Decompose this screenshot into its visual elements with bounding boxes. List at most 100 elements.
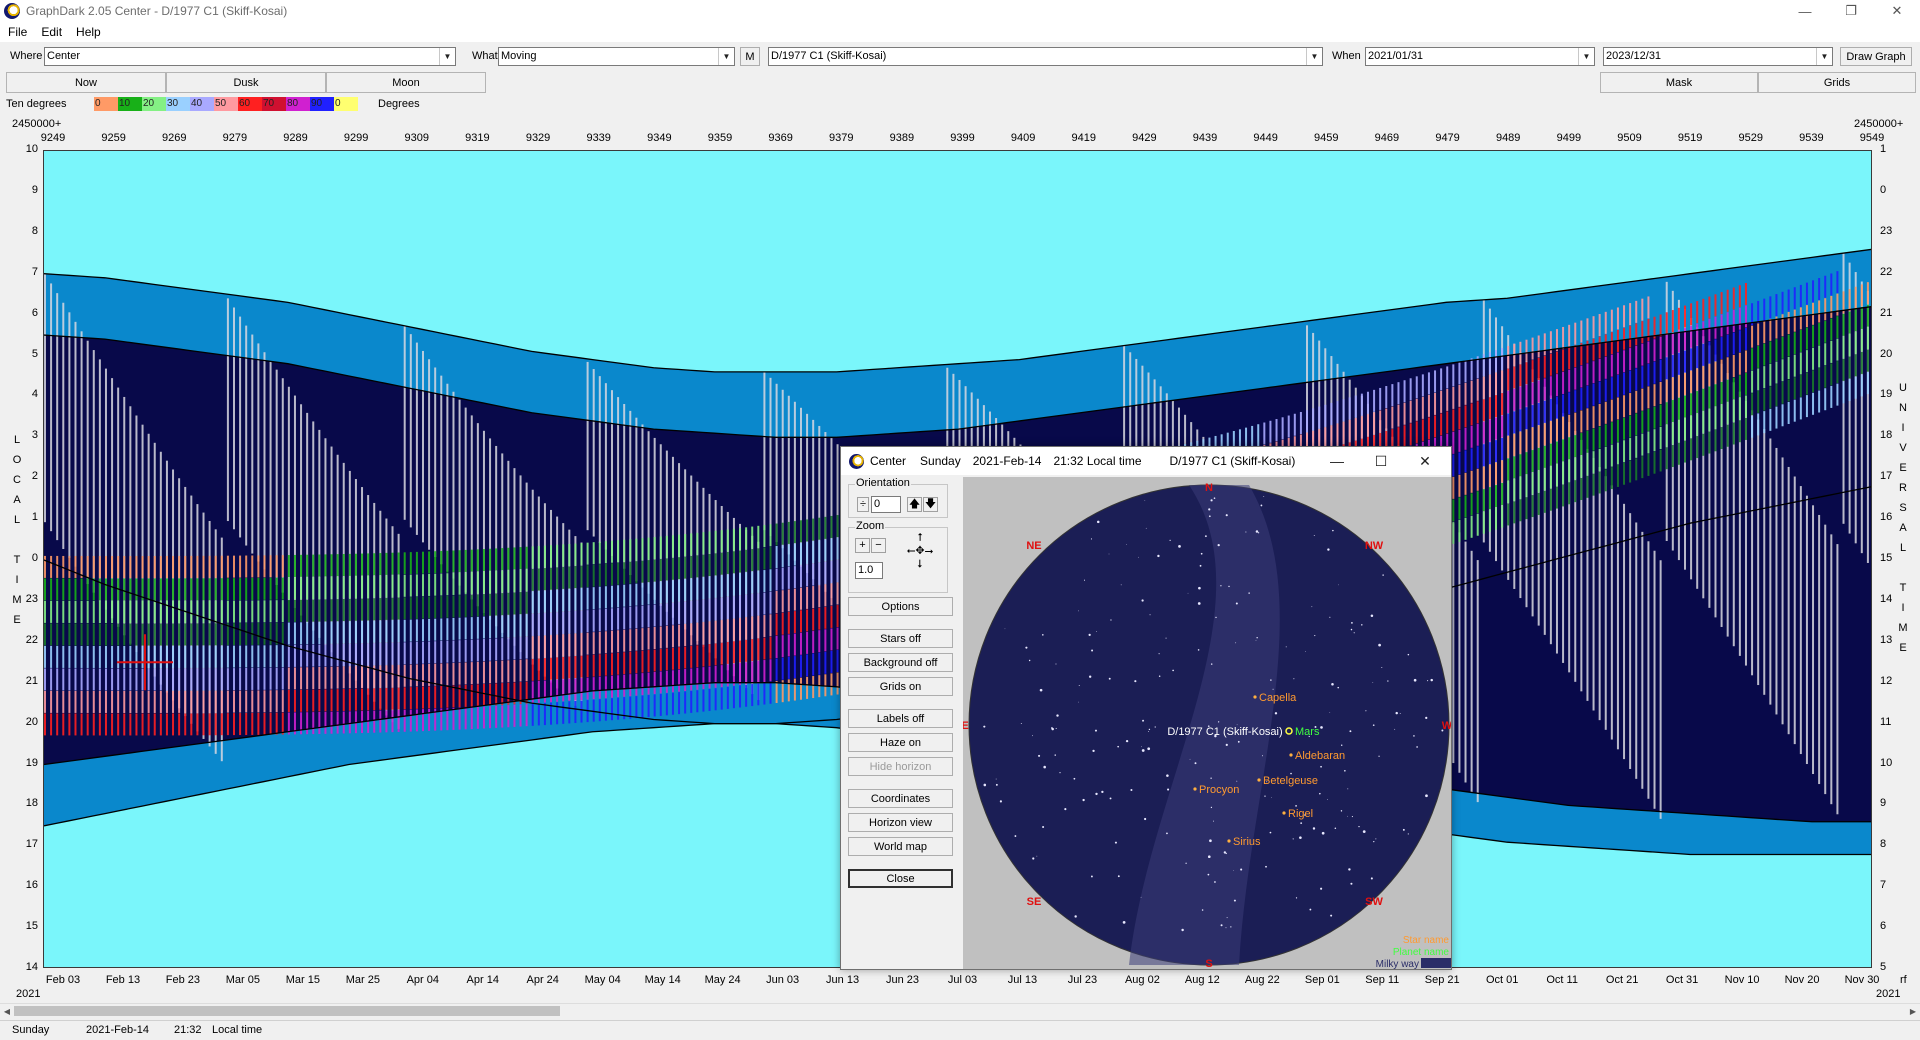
what-select[interactable]: Moving ▼ — [498, 47, 735, 66]
close-button[interactable]: Close — [848, 869, 953, 888]
altitude-band — [745, 662, 748, 685]
background-off-button[interactable]: Background off — [848, 653, 953, 672]
moon-stripe — [1775, 447, 1778, 715]
altitude-band — [324, 621, 327, 644]
zoom-in-icon[interactable]: + — [855, 538, 870, 553]
moon-stripe — [269, 360, 272, 578]
chevron-down-icon[interactable]: ▼ — [439, 48, 455, 65]
horizontal-scrollbar[interactable]: ◀ ▶ — [0, 1003, 1920, 1017]
menu-help[interactable]: Help — [76, 25, 101, 39]
altitude-band — [1495, 440, 1498, 463]
chevron-down-icon[interactable]: ▼ — [1816, 48, 1832, 65]
when-to-select[interactable]: 2023/12/31 ▼ — [1603, 47, 1833, 66]
altitude-band — [104, 690, 107, 713]
star-dot — [1235, 602, 1238, 605]
compass-label: SW — [1365, 896, 1383, 908]
chevron-down-icon[interactable]: ▼ — [1306, 48, 1322, 65]
altitude-band — [702, 689, 705, 712]
maximize-button[interactable]: ❐ — [1828, 0, 1874, 22]
when-from-select[interactable]: 2021/01/31 ▼ — [1365, 47, 1595, 66]
grids-on-button[interactable]: Grids on — [848, 677, 953, 696]
grids-button[interactable]: Grids — [1758, 72, 1916, 93]
chevron-down-icon[interactable]: ▼ — [718, 48, 734, 65]
scrollbar-thumb[interactable] — [14, 1006, 560, 1016]
altitude-band — [1531, 405, 1534, 428]
altitude-band — [665, 603, 668, 626]
altitude-band — [580, 588, 583, 611]
popup-maximize-button[interactable]: ☐ — [1359, 447, 1403, 475]
coordinates-button[interactable]: Coordinates — [848, 789, 953, 808]
popup-minimize-button[interactable]: — — [1315, 447, 1359, 475]
horizon-view-button[interactable]: Horizon view — [848, 813, 953, 832]
star-dot — [1088, 675, 1092, 678]
altitude-band — [1659, 449, 1662, 472]
altitude-band — [1513, 411, 1516, 434]
altitude-band — [1708, 341, 1711, 364]
world-map-button[interactable]: World map — [848, 837, 953, 856]
altitude-band — [86, 713, 89, 736]
orientation-input[interactable]: 0 — [871, 496, 901, 513]
altitude-band — [342, 711, 345, 734]
altitude-band — [1555, 441, 1558, 464]
mask-button[interactable]: Mask — [1600, 72, 1758, 93]
options-button[interactable]: Options — [848, 597, 953, 616]
altitude-band — [769, 614, 772, 637]
now-button[interactable]: Now — [6, 72, 166, 93]
altitude-band — [257, 577, 260, 600]
sky-map[interactable]: N NE NW E W SE SW S Capella Aldebaran Betelgeuse Pr… — [961, 477, 1453, 970]
zoom-input[interactable]: 1.0 — [855, 562, 883, 579]
altitude-band — [1738, 307, 1741, 330]
draw-graph-button[interactable]: Draw Graph — [1840, 47, 1912, 66]
altitude-band — [1751, 325, 1754, 348]
pan-arrows-icon[interactable]: ⭡ ⭠✥⭢ ⭣ — [897, 532, 943, 571]
orientation-stepper-icon[interactable]: ÷ — [857, 497, 869, 512]
menu-edit[interactable]: Edit — [41, 25, 62, 39]
altitude-band — [1330, 402, 1333, 425]
altitude-band — [117, 645, 120, 668]
star-dot — [1148, 728, 1151, 731]
dusk-button[interactable]: Dusk — [166, 72, 326, 93]
star-dot — [1095, 631, 1097, 633]
hide-horizon-button[interactable]: Hide horizon — [848, 757, 953, 776]
altitude-band — [1488, 352, 1491, 375]
altitude-band — [507, 682, 510, 705]
altitude-band — [1641, 433, 1644, 456]
arrow-up-icon[interactable]: 🡅 — [907, 497, 922, 512]
scroll-left-icon[interactable]: ◀ — [0, 1004, 14, 1018]
close-window-button[interactable]: ✕ — [1874, 0, 1920, 22]
stars-off-button[interactable]: Stars off — [848, 629, 953, 648]
top-tick-label: 9399 — [950, 132, 975, 144]
altitude-band — [1458, 497, 1461, 520]
altitude-band — [354, 688, 357, 711]
altitude-band — [470, 549, 473, 572]
moon-stripe — [421, 350, 424, 543]
left-tick-label: 22 — [25, 633, 38, 646]
labels-off-button[interactable]: Labels off — [848, 709, 953, 728]
chevron-down-icon[interactable]: ▼ — [1578, 48, 1594, 65]
altitude-band — [385, 575, 388, 598]
where-select[interactable]: Center ▼ — [44, 47, 456, 66]
minimize-button[interactable]: — — [1782, 0, 1828, 22]
object-select[interactable]: D/1977 C1 (Skiff-Kosai) ▼ — [768, 47, 1323, 66]
altitude-band — [1592, 383, 1595, 406]
m-button[interactable]: M — [740, 47, 760, 66]
zoom-out-icon[interactable]: − — [871, 538, 886, 553]
arrow-down-icon[interactable]: 🡇 — [923, 497, 938, 512]
altitude-band — [1647, 318, 1650, 341]
altitude-band — [159, 555, 162, 578]
altitude-band — [1495, 485, 1498, 508]
popup-close-button[interactable]: ✕ — [1403, 447, 1447, 475]
altitude-band — [751, 639, 754, 662]
altitude-band — [1744, 417, 1747, 440]
altitude-band — [818, 585, 821, 608]
altitude-band — [580, 678, 583, 701]
altitude-band — [367, 665, 370, 688]
altitude-band — [293, 689, 296, 712]
haze-on-button[interactable]: Haze on — [848, 733, 953, 752]
menu-file[interactable]: File — [8, 25, 27, 39]
moon-button[interactable]: Moon — [326, 72, 486, 93]
altitude-band — [720, 687, 723, 710]
altitude-band — [507, 660, 510, 683]
altitude-band — [1641, 343, 1644, 366]
scroll-right-icon[interactable]: ▶ — [1906, 1004, 1920, 1018]
